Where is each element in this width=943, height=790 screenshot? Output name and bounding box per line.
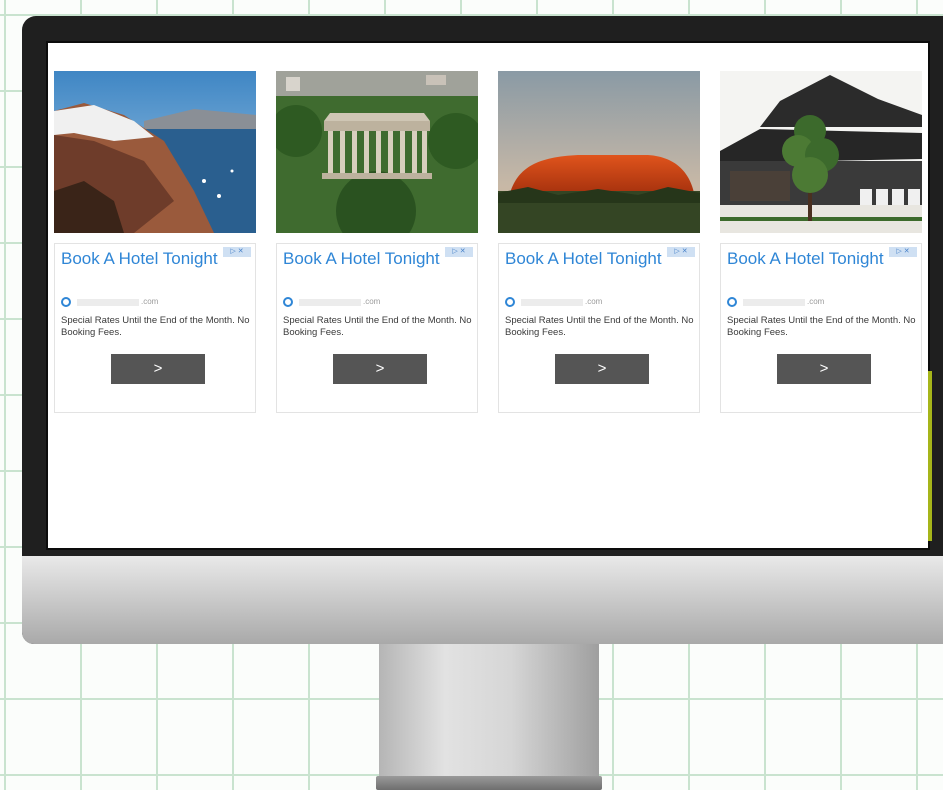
monitor-frame: ▷ ✕ Book A Hotel Tonight .com Special Ra… — [22, 16, 943, 644]
ad-body: ▷ ✕ Book A Hotel Tonight .com Special Ra… — [54, 243, 256, 413]
ad-card[interactable]: ▷ ✕ Book A Hotel Tonight .com Special Ra… — [498, 71, 700, 413]
monitor-screen: ▷ ✕ Book A Hotel Tonight .com Special Ra… — [46, 41, 930, 550]
ad-description: Special Rates Until the End of the Month… — [61, 315, 250, 338]
ad-choices-icon[interactable]: ▷ ✕ — [445, 247, 473, 257]
ad-domain[interactable]: .com — [727, 296, 847, 308]
ad-image-santorini[interactable] — [54, 71, 256, 233]
domain-suffix: .com — [363, 297, 381, 306]
ad-title-link[interactable]: Book A Hotel Tonight — [505, 250, 665, 267]
ad-image-temple[interactable] — [276, 71, 478, 233]
ad-cta-button[interactable]: > — [333, 354, 427, 384]
monitor-stand — [379, 644, 599, 790]
ad-title-link[interactable]: Book A Hotel Tonight — [61, 250, 221, 267]
ad-choices-icon[interactable]: ▷ ✕ — [889, 247, 917, 257]
ad-body: ▷ ✕ Book A Hotel Tonight .com Special Ra… — [498, 243, 700, 413]
ad-card[interactable]: ▷ ✕ Book A Hotel Tonight .com Special Ra… — [720, 71, 922, 413]
ad-choices-icon[interactable]: ▷ ✕ — [223, 247, 251, 257]
monitor-chin — [22, 556, 943, 644]
ad-image-red-rock[interactable] — [498, 71, 700, 233]
ad-domain[interactable]: .com — [61, 296, 181, 308]
ad-domain[interactable]: .com — [283, 296, 403, 308]
domain-redacted — [743, 299, 805, 306]
domain-suffix: .com — [807, 297, 825, 306]
ad-cta-button[interactable]: > — [111, 354, 205, 384]
ad-body: ▷ ✕ Book A Hotel Tonight .com Special Ra… — [720, 243, 922, 413]
ad-title-link[interactable]: Book A Hotel Tonight — [727, 250, 887, 267]
ad-description: Special Rates Until the End of the Month… — [505, 315, 694, 338]
ad-domain[interactable]: .com — [505, 296, 625, 308]
ad-description: Special Rates Until the End of the Month… — [727, 315, 916, 338]
ad-card[interactable]: ▷ ✕ Book A Hotel Tonight .com Special Ra… — [276, 71, 478, 413]
ad-cta-button[interactable]: > — [555, 354, 649, 384]
ad-title-link[interactable]: Book A Hotel Tonight — [283, 250, 443, 267]
ad-card[interactable]: ▷ ✕ Book A Hotel Tonight .com Special Ra… — [54, 71, 256, 413]
domain-redacted — [77, 299, 139, 306]
domain-redacted — [299, 299, 361, 306]
monitor-stand-base — [376, 776, 602, 790]
ad-body: ▷ ✕ Book A Hotel Tonight .com Special Ra… — [276, 243, 478, 413]
globe-icon — [505, 297, 515, 307]
screen-edge-accent — [928, 371, 932, 541]
globe-icon — [283, 297, 293, 307]
domain-redacted — [521, 299, 583, 306]
globe-icon — [61, 297, 71, 307]
ad-cta-button[interactable]: > — [777, 354, 871, 384]
globe-icon — [727, 297, 737, 307]
domain-suffix: .com — [585, 297, 603, 306]
ad-image-japanese-temple[interactable] — [720, 71, 922, 233]
ad-choices-icon[interactable]: ▷ ✕ — [667, 247, 695, 257]
ad-row: ▷ ✕ Book A Hotel Tonight .com Special Ra… — [54, 71, 926, 416]
ad-description: Special Rates Until the End of the Month… — [283, 315, 472, 338]
domain-suffix: .com — [141, 297, 159, 306]
